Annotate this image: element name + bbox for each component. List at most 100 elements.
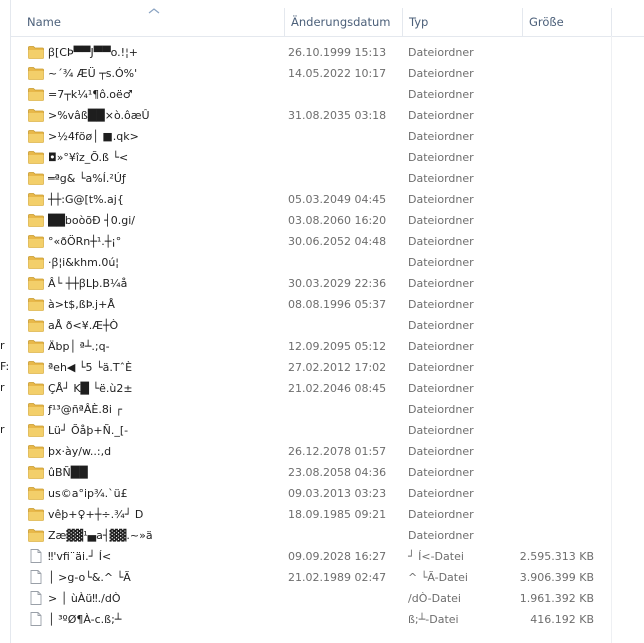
item-size: 2.595.313 KB [519,550,594,563]
folder-row[interactable]: ·ꞵ¦i&khm.0ú¦ Dateiordner [11,252,644,273]
folder-icon [28,234,44,248]
item-name: ƒ¹³@ñªÂÈ.8i ┌ [48,403,122,416]
item-type: Dateiordner [408,256,474,269]
folder-icon [28,486,44,500]
folder-icon [28,66,44,80]
item-type: ^ └Ã-Datei [408,571,468,584]
folder-icon [28,381,44,395]
item-name: Â└ ┼┼ꞵLþ.B¼å [48,277,128,290]
folder-icon [28,276,44,290]
folder-row[interactable]: ꞵ[CÞ▀▀J▀▀o.!¦+ 26.10.1999 15:13 Dateiordne… [11,42,644,63]
folder-row[interactable]: Zæ▓▓¹▄a┤▓▓.~»ä Dateiordner [11,525,644,546]
folder-row[interactable]: ═ªg& └a%Í.²Úƒ Dateiordner [11,168,644,189]
file-row[interactable]: > │ ùÀü‼./dÒ/dÒ-Datei 1.961.392 KB [11,588,644,609]
item-date: 14.05.2022 10:17 [288,67,387,80]
item-name: ªeh◀ └5 └ä.TˆÈ [48,361,133,374]
item-name: ~´¾ ÆÜ ┬s.Ó%' [48,67,138,80]
item-name: > │ ùÀü‼./dÒ [48,592,121,605]
folder-row[interactable]: aÅ ð<¥.Æ┼Ò Dateiordner [11,315,644,336]
folder-row[interactable]: ªeh◀ └5 └ä.TˆÈ 27.02.2012 17:02 Dateiordne… [11,357,644,378]
item-name: ═ªg& └a%Í.²Úƒ [48,172,126,185]
item-name: þx·ày/w..:,d [48,445,112,458]
folder-row[interactable]: us©a°ip¾.`ü£ 09.03.2013 03:23 Dateiordner [11,483,644,504]
item-type: Dateiordner [408,109,474,122]
folder-row[interactable]: °«ðÖRn┼¹.┼¡° 30.06.2052 04:48 Dateiordner [11,231,644,252]
item-name: aÅ ð<¥.Æ┼Ò [48,319,119,332]
folder-row[interactable]: Lü┘ Õåþ+Ñ._[- Dateiordner [11,420,644,441]
folder-icon [28,255,44,269]
folder-icon [28,108,44,122]
item-type: Dateiordner [408,529,474,542]
item-name: à>t$,ßÞ.j+Å [48,298,115,311]
folder-row[interactable]: ┼┼:G@[t%.aj{05.03.2049 04:45 Dateiordner [11,189,644,210]
item-type: Dateiordner [408,424,474,437]
item-name: │ >g-o└&.^ └Ã [48,571,131,584]
column-header-type[interactable]: Typ [403,8,523,36]
folder-icon [28,423,44,437]
item-name: ûBÑ██ [48,466,88,479]
folder-row[interactable]: =7┬k¼¹¶ô.oë♂ Dateiordner [11,84,644,105]
item-type: ß;┴-Datei [408,613,459,626]
item-date: 05.03.2049 04:45 [288,193,387,206]
folder-icon [28,297,44,311]
folder-row[interactable]: ██boòõÐ ┤0.gi/03.08.2060 16:20 Dateiordne… [11,210,644,231]
folder-row[interactable]: Â└ ┼┼ꞵLþ.B¼å 30.03.2029 22:36 Dateiordner [11,273,644,294]
folder-icon [28,528,44,542]
folder-row[interactable]: vêþ+♀+┼÷.¾┘ D 18.09.1985 09:21 Dateiordner [11,504,644,525]
item-type: Dateiordner [408,487,474,500]
folder-row[interactable]: þx·ày/w..:,d 26.12.2078 01:57 Dateiordner [11,441,644,462]
item-date: 27.02.2012 17:02 [288,361,387,374]
item-name: ‼'vfi¨äi.┘ Í< [48,550,112,563]
file-icon [28,612,44,626]
folder-row[interactable]: à>t$,ßÞ.j+Å 08.08.1996 05:37 Dateiordner [11,294,644,315]
file-icon [28,591,44,605]
column-header-date[interactable]: Änderungsdatum [285,8,403,36]
folder-row[interactable]: Äbp│ ª┴.;q- 12.09.2095 05:12 Dateiordner [11,336,644,357]
item-date: 09.09.2028 16:27 [288,550,387,563]
nav-fragment: r [0,339,5,352]
item-type: ┘ Í<-Datei [408,550,464,563]
item-date: 30.03.2029 22:36 [288,277,387,290]
item-type: Dateiordner [408,403,474,416]
folder-icon [28,87,44,101]
column-header-name[interactable]: Name [11,8,285,36]
item-type: Dateiordner [408,88,474,101]
folder-row[interactable]: ƒ¹³@ñªÂÈ.8i ┌ Dateiordner [11,399,644,420]
item-type: Dateiordner [408,235,474,248]
folder-row[interactable]: ûBÑ██ 23.08.2058 04:36 Dateiordner [11,462,644,483]
file-list: ꞵ[CÞ▀▀J▀▀o.!¦+ 26.10.1999 15:13 Dateiordne… [11,42,644,630]
item-name: °«ðÖRn┼¹.┼¡° [48,235,122,248]
item-type: Dateiordner [408,508,474,521]
item-type: Dateiordner [408,466,474,479]
folder-row[interactable]: ◘»°¥îz_Õ.ß └< Dateiordner [11,147,644,168]
item-type: Dateiordner [408,382,474,395]
column-header-size[interactable]: Größe [523,8,612,36]
file-row[interactable]: │ >g-o└&.^ └Ã 21.02.1989 02:47 ^ └Ã-Datei 3… [11,567,644,588]
item-name: Zæ▓▓¹▄a┤▓▓.~»ä [48,529,153,542]
nav-fragment: F: [0,360,10,373]
item-date: 26.10.1999 15:13 [288,46,387,59]
folder-icon [28,318,44,332]
item-name: ██boòõÐ ┤0.gi/ [48,214,135,227]
item-type: Dateiordner [408,151,474,164]
folder-row[interactable]: >%vâß██×ò.ôæÛ 31.08.2035 03:18 Dateiordner [11,105,644,126]
folder-row[interactable]: >½4föø│ ■.qk> Dateiordner [11,126,644,147]
item-name: us©a°ip¾.`ü£ [48,487,128,500]
item-size: 1.961.392 KB [519,592,594,605]
file-icon [28,570,44,584]
folder-row[interactable]: ÇÅ┘ K█ └ë.ù2± 21.02.2046 08:45 Dateiordner [11,378,644,399]
folder-icon [28,150,44,164]
navigation-pane-edge: r F: r r [0,0,11,643]
item-size: 3.906.399 KB [519,571,594,584]
folder-icon [28,213,44,227]
item-date: 12.09.2095 05:12 [288,340,387,353]
item-type: Dateiordner [408,277,474,290]
file-row[interactable]: │ ³ºØ¶À-c.ß;┴ ß;┴-Datei 416.192 KB [11,609,644,630]
item-type: Dateiordner [408,172,474,185]
folder-icon [28,129,44,143]
folder-row[interactable]: ~´¾ ÆÜ ┬s.Ó%' 14.05.2022 10:17 Dateiordner [11,63,644,84]
file-row[interactable]: ‼'vfi¨äi.┘ Í< 09.09.2028 16:27 ┘ Í<-Datei 2… [11,546,644,567]
folder-icon [28,171,44,185]
folder-icon [28,360,44,374]
item-name: >%vâß██×ò.ôæÛ [48,109,150,122]
